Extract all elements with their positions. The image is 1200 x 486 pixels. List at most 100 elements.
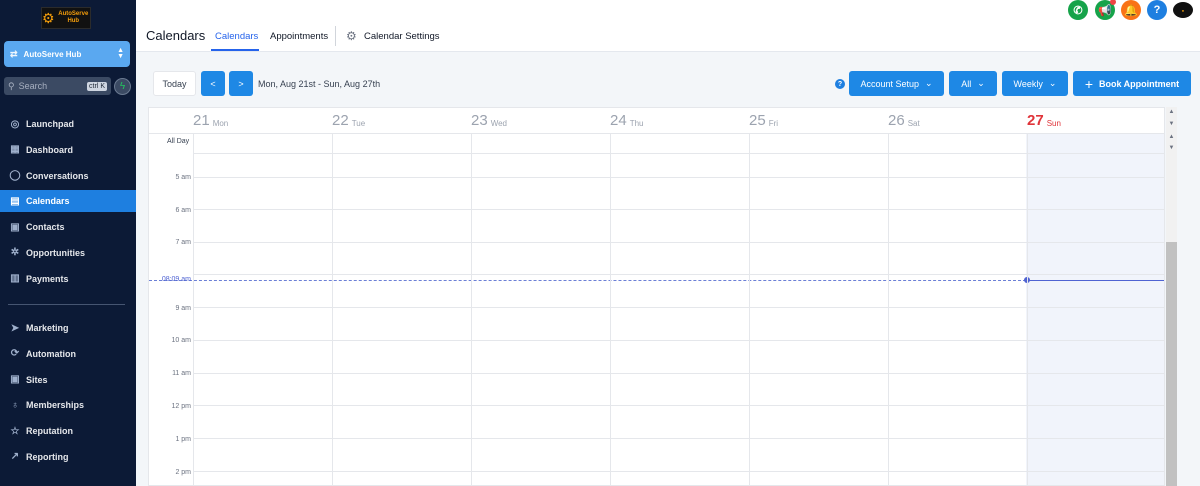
account-setup-dropdown[interactable]: Account Setup ⌄ (849, 71, 944, 96)
hour-row-line (193, 471, 1164, 472)
announcements-button[interactable]: 📢 (1095, 0, 1116, 20)
notification-dot (1110, 0, 1116, 5)
avatar[interactable]: ● (1173, 2, 1193, 18)
gear-logo-icon: ⚙ (42, 10, 55, 26)
day-number: 26 (888, 112, 905, 129)
sidebar-item-label: Sites (26, 374, 48, 385)
chevron-down-icon: ⌄ (977, 78, 985, 88)
day-column-divider (1027, 133, 1028, 485)
quick-actions-button[interactable]: ϟ (114, 77, 131, 95)
sidebar-item-label: Memberships (26, 400, 85, 411)
help-circle-icon[interactable]: ? (835, 79, 845, 89)
logo-text: AutoServe Hub (58, 11, 89, 24)
tab-appointments[interactable]: Appointments (270, 31, 328, 42)
plus-icon: + (1084, 75, 1094, 92)
day-number: 22 (332, 112, 349, 129)
grid-icon: ▦ (10, 144, 20, 156)
sidebar-item-conversations[interactable]: ◯ Conversations (0, 165, 136, 187)
day-header-mon[interactable]: 21 Mon (193, 108, 228, 133)
hour-row-line (149, 133, 1164, 134)
sidebar-item-opportunities[interactable]: ✲ Opportunities (0, 242, 136, 264)
account-setup-label: Account Setup (860, 78, 919, 89)
time-label: 12 pm (171, 403, 191, 410)
help-button[interactable]: ? (1147, 0, 1167, 20)
opportunities-icon: ✲ (10, 247, 20, 259)
sidebar-item-label: Contacts (26, 222, 65, 233)
chat-icon: ◯ (9, 170, 21, 182)
sidebar-item-memberships[interactable]: ♁ Memberships (0, 394, 136, 416)
time-label: 10 am (171, 337, 191, 344)
scroll-up-arrow[interactable]: ▲ (1166, 109, 1177, 115)
view-dropdown[interactable]: Weekly ⌄ (1002, 71, 1068, 96)
sidebar-item-payments[interactable]: ▥ Payments (0, 268, 136, 290)
sidebar-item-reputation[interactable]: ☆ Reputation (0, 420, 136, 442)
search-row: ⚲ Search ctrl K ϟ (4, 77, 132, 95)
sidebar-item-calendars[interactable]: ▤ Calendars (0, 190, 136, 213)
day-header-fri[interactable]: 25 Fri (749, 108, 778, 133)
hour-row-line (193, 373, 1164, 374)
day-header-wed[interactable]: 23 Wed (471, 108, 507, 133)
payments-icon: ▥ (10, 273, 20, 285)
tab-calendar-settings[interactable]: Calendar Settings (364, 31, 440, 42)
sidebar-item-label: Launchpad (26, 119, 75, 129)
sidebar-item-label: Reporting (26, 451, 69, 462)
next-week-button[interactable]: > (229, 71, 253, 96)
sidebar-item-label: Payments (26, 273, 69, 284)
contacts-icon: ▣ (10, 221, 20, 233)
hour-row-line (193, 405, 1164, 406)
scroll-up-arrow-2[interactable]: ▲ (1166, 134, 1177, 140)
sidebar-divider (8, 304, 125, 305)
search-icon: ⚲ (8, 80, 15, 91)
tab-calendars[interactable]: Calendars (215, 31, 258, 42)
phone-icon: ✆ (1073, 4, 1083, 17)
app-logo[interactable]: ⚙ AutoServe Hub (41, 7, 91, 29)
today-button[interactable]: Today (153, 71, 196, 96)
date-range-label: Mon, Aug 21st - Sun, Aug 27th (258, 79, 381, 89)
time-label: 9 am (175, 305, 191, 312)
sidebar-item-sites[interactable]: ▣ Sites (0, 369, 136, 391)
sidebar-item-marketing[interactable]: ➤ Marketing (0, 317, 136, 339)
nav-secondary: ➤ Marketing ⟳ Automation ▣ Sites ♁ Memberships ☆… (0, 317, 136, 472)
time-label: 7 am (175, 239, 191, 246)
location-icon: ⇄ (10, 48, 18, 59)
scroll-down-arrow[interactable]: ▼ (1166, 121, 1177, 127)
day-number: 24 (610, 112, 627, 129)
chevron-down-icon: ⌄ (925, 78, 933, 88)
account-switcher[interactable]: ⇄ AutoServe Hub ▲ ▼ (4, 41, 130, 67)
notifications-button[interactable]: 🔔 (1121, 0, 1141, 20)
scroll-down-arrow-2[interactable]: ▼ (1166, 145, 1177, 151)
sidebar-item-launchpad[interactable]: ◎ Launchpad (0, 113, 136, 135)
switch-caret-icon: ▲ ▼ (117, 47, 124, 60)
nav-main: ◎ Launchpad ▦ Dashboard ◯ Conversations ▤ Calen… (0, 113, 136, 294)
day-header-sat[interactable]: 26 Sat (888, 108, 920, 133)
day-header-thu[interactable]: 24 Thu (610, 108, 643, 133)
scrollbar-thumb[interactable] (1166, 242, 1177, 486)
hour-row-line (193, 307, 1164, 308)
day-header-tue[interactable]: 22 Tue (332, 108, 365, 133)
hour-row-line (193, 177, 1164, 178)
hour-row-line (193, 438, 1164, 439)
day-header-sun[interactable]: 27 Sun (1027, 108, 1061, 133)
sidebar-item-dashboard[interactable]: ▦ Dashboard (0, 139, 136, 161)
phone-button[interactable]: ✆ (1068, 0, 1088, 20)
search-placeholder: Search (18, 81, 48, 91)
time-label: 2 pm (175, 469, 191, 476)
sidebar-item-automation[interactable]: ⟳ Automation (0, 343, 136, 365)
book-appointment-button[interactable]: + Book Appointment (1073, 71, 1191, 96)
search-shortcut: ctrl K (87, 81, 107, 91)
time-label: 11 am (172, 370, 191, 377)
search-input[interactable]: ⚲ Search ctrl K (4, 77, 111, 95)
sidebar-item-contacts[interactable]: ▣ Contacts (0, 216, 136, 238)
day-name: Fri (768, 118, 779, 128)
day-name: Wed (490, 118, 507, 128)
prev-week-button[interactable]: < (201, 71, 225, 96)
sidebar-item-reporting[interactable]: ↗ Reporting (0, 446, 136, 468)
sites-icon: ▣ (10, 374, 20, 386)
sidebar: ⚙ AutoServe Hub ⇄ AutoServe Hub ▲ ▼ ⚲ Sea… (0, 0, 136, 486)
account-name: AutoServe Hub (23, 49, 82, 59)
filter-dropdown[interactable]: All ⌄ (949, 71, 997, 96)
sidebar-item-label: Opportunities (26, 247, 85, 258)
send-icon: ➤ (10, 322, 20, 334)
view-label: Weekly (1013, 78, 1043, 89)
day-name: Mon (212, 118, 229, 128)
